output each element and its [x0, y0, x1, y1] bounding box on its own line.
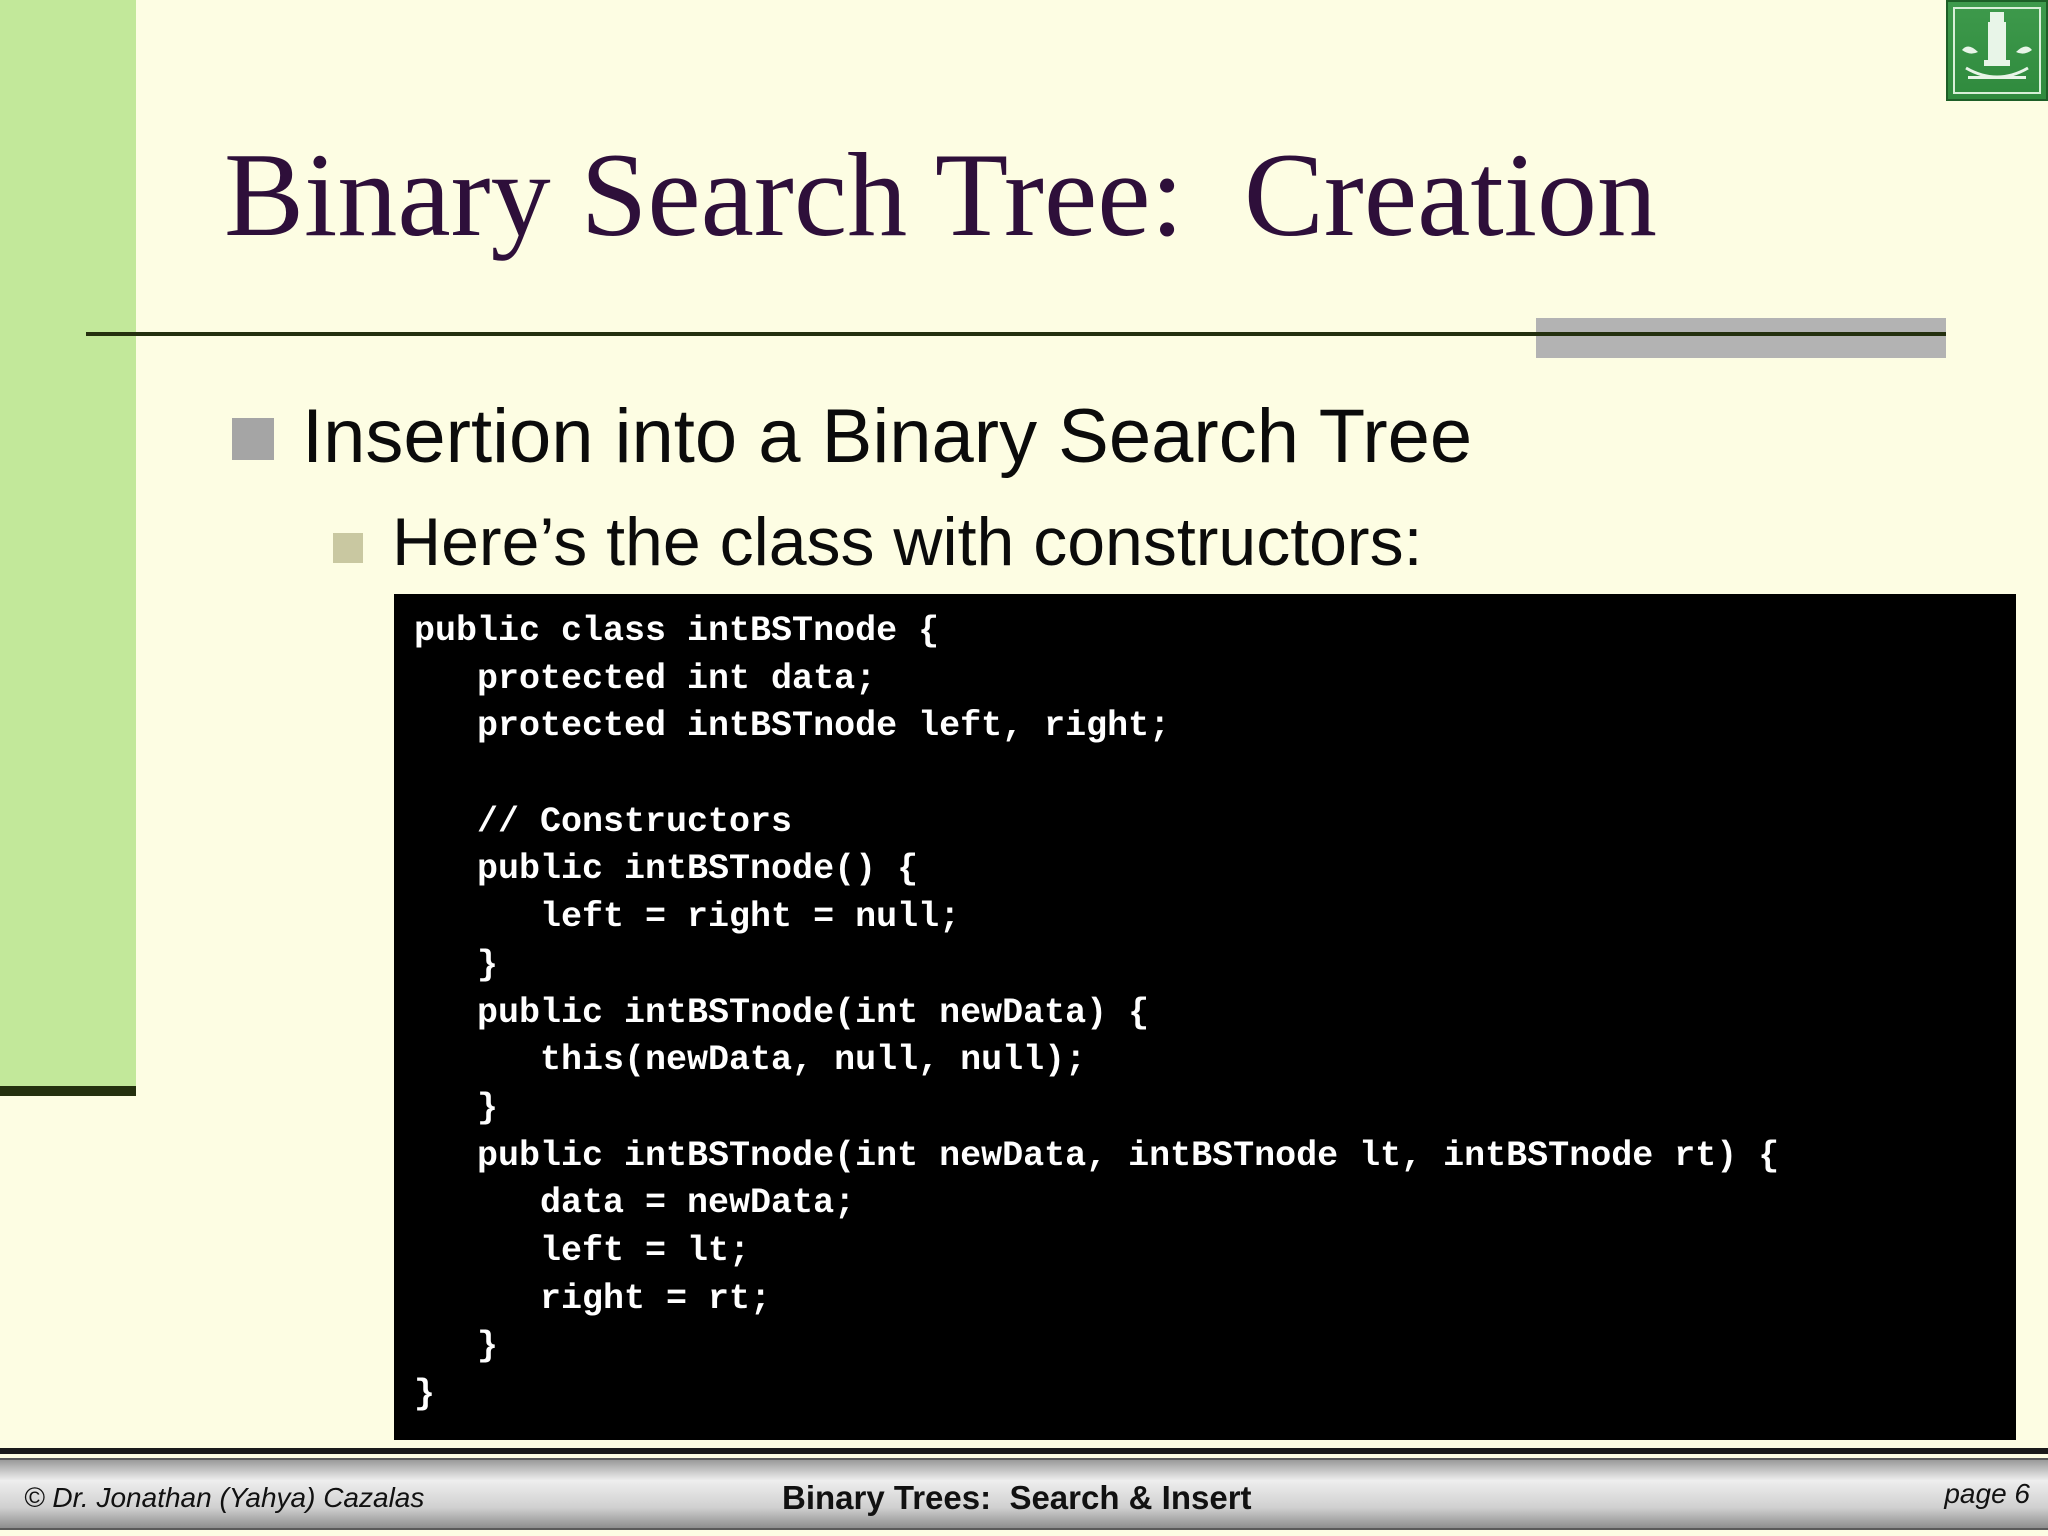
code-line: // Constructors: [414, 801, 793, 842]
code-line: this(newData, null, null);: [414, 1040, 1087, 1081]
bullet-level1-text: Insertion into a Binary Search Tree: [302, 394, 1473, 479]
code-line: public intBSTnode() {: [414, 849, 919, 890]
code-line: data = newData;: [414, 1183, 856, 1224]
footer-page-number: page 6: [1944, 1478, 2030, 1509]
code-line: right = rt;: [414, 1278, 772, 1319]
left-accent-bar: [0, 0, 136, 1088]
code-line: protected intBSTnode left, right;: [414, 706, 1171, 747]
code-line: left = right = null;: [414, 897, 961, 938]
square-bullet-icon: [232, 418, 274, 460]
slide-title: Binary Search Tree: Creation: [224, 128, 1658, 261]
code-line: protected int data;: [414, 658, 877, 699]
slide: Binary Search Tree: Creation Insertion i…: [0, 0, 2048, 1536]
university-seal-icon: [1946, 0, 2048, 101]
code-block: public class intBSTnode { protected int …: [394, 594, 2016, 1440]
code-line: }: [414, 1087, 499, 1128]
code-line: }: [414, 1374, 436, 1414]
footer-course-topic: Binary Trees: Search & Insert: [782, 1479, 1252, 1516]
code-line: public intBSTnode(int newData, intBSTnod…: [414, 1135, 1780, 1176]
footer-author: © Dr. Jonathan (Yahya) Cazalas: [24, 1482, 425, 1513]
left-accent-bar-edge: [0, 1086, 136, 1096]
bullet-level2-text: Here’s the class with constructors:: [392, 504, 1423, 580]
title-divider-accent: [1536, 318, 1946, 358]
code-line: public intBSTnode(int newData) {: [414, 992, 1150, 1033]
code-line: }: [414, 1326, 499, 1367]
code-line: public class intBSTnode {: [414, 611, 940, 651]
square-bullet-icon: [333, 533, 363, 563]
title-divider-line: [86, 332, 1946, 336]
code-line: left = lt;: [414, 1230, 751, 1271]
footer-top-rule: [0, 1448, 2048, 1454]
slide-footer: © Dr. Jonathan (Yahya) Cazalas Binary Tr…: [0, 1448, 2048, 1536]
code-line: }: [414, 944, 499, 985]
